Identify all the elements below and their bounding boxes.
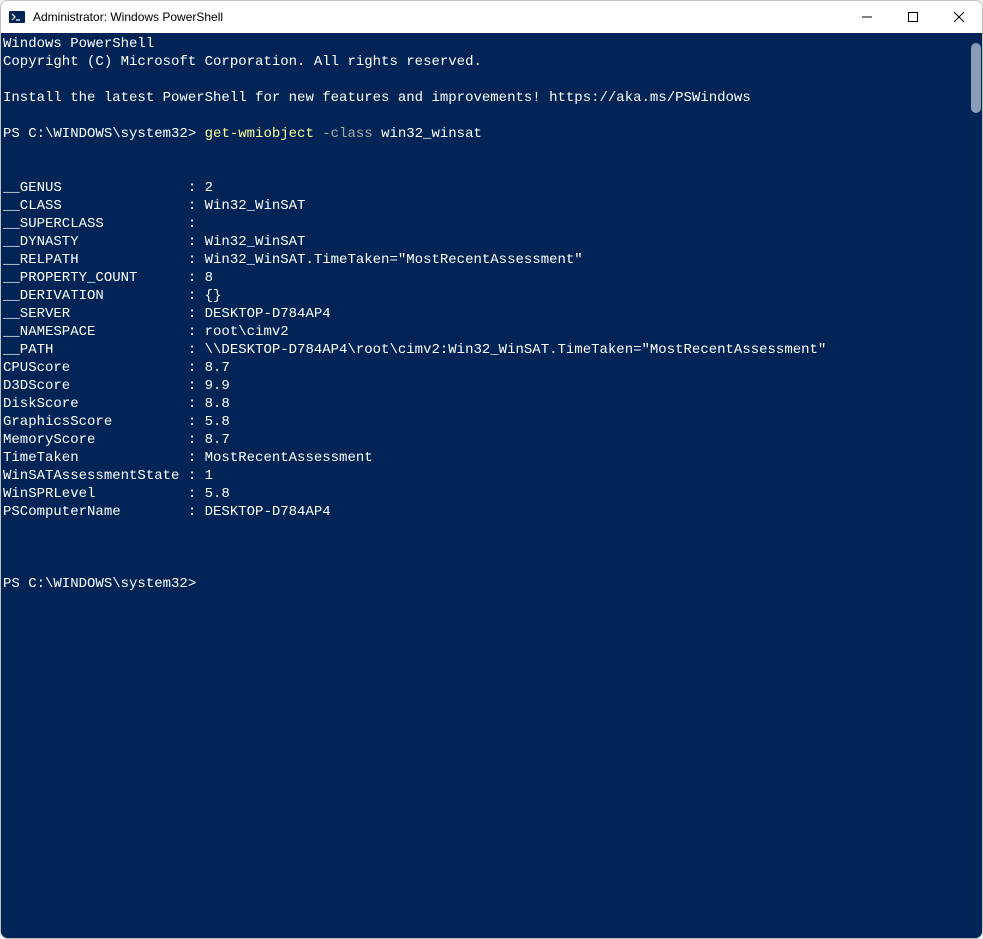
blank-line	[3, 521, 966, 539]
window-controls	[844, 1, 982, 33]
output-row: __RELPATH : Win32_WinSAT.TimeTaken="Most…	[3, 251, 966, 269]
powershell-window: Administrator: Windows PowerShell Window…	[0, 0, 983, 939]
output-row: __GENUS : 2	[3, 179, 966, 197]
cmdlet: get-wmiobject	[205, 126, 314, 142]
maximize-button[interactable]	[890, 1, 936, 33]
output-row: __PROPERTY_COUNT : 8	[3, 269, 966, 287]
output-row: __SERVER : DESKTOP-D784AP4	[3, 305, 966, 323]
terminal-output[interactable]: Windows PowerShellCopyright (C) Microsof…	[1, 33, 966, 938]
output-row: WinSATAssessmentState : 1	[3, 467, 966, 485]
output-row: __DYNASTY : Win32_WinSAT	[3, 233, 966, 251]
prompt-line: PS C:\WINDOWS\system32>	[3, 575, 966, 593]
terminal-area: Windows PowerShellCopyright (C) Microsof…	[1, 33, 982, 938]
blank-line	[3, 557, 966, 575]
banner-line: Copyright (C) Microsoft Corporation. All…	[3, 53, 966, 71]
output-row: __CLASS : Win32_WinSAT	[3, 197, 966, 215]
output-row: __NAMESPACE : root\cimv2	[3, 323, 966, 341]
blank-line	[3, 539, 966, 557]
blank-line	[3, 71, 966, 89]
output-row: TimeTaken : MostRecentAssessment	[3, 449, 966, 467]
output-row: GraphicsScore : 5.8	[3, 413, 966, 431]
banner-line: Install the latest PowerShell for new fe…	[3, 89, 966, 107]
titlebar[interactable]: Administrator: Windows PowerShell	[1, 1, 982, 33]
banner-line: Windows PowerShell	[3, 35, 966, 53]
output-row: CPUScore : 8.7	[3, 359, 966, 377]
output-row: __SUPERCLASS :	[3, 215, 966, 233]
output-row: D3DScore : 9.9	[3, 377, 966, 395]
command-line: PS C:\WINDOWS\system32> get-wmiobject -c…	[3, 125, 966, 143]
output-row: MemoryScore : 8.7	[3, 431, 966, 449]
minimize-button[interactable]	[844, 1, 890, 33]
output-row: __DERIVATION : {}	[3, 287, 966, 305]
window-title: Administrator: Windows PowerShell	[33, 10, 844, 24]
close-button[interactable]	[936, 1, 982, 33]
blank-line	[3, 107, 966, 125]
output-row: PSComputerName : DESKTOP-D784AP4	[3, 503, 966, 521]
blank-line	[3, 143, 966, 161]
blank-line	[3, 161, 966, 179]
cmd-arg: win32_winsat	[373, 126, 482, 142]
cmd-param: -class	[314, 126, 373, 142]
scrollbar[interactable]	[966, 33, 982, 938]
output-row: DiskScore : 8.8	[3, 395, 966, 413]
output-row: __PATH : \\DESKTOP-D784AP4\root\cimv2:Wi…	[3, 341, 966, 359]
powershell-icon	[9, 9, 25, 25]
scrollbar-thumb[interactable]	[971, 43, 981, 113]
output-row: WinSPRLevel : 5.8	[3, 485, 966, 503]
